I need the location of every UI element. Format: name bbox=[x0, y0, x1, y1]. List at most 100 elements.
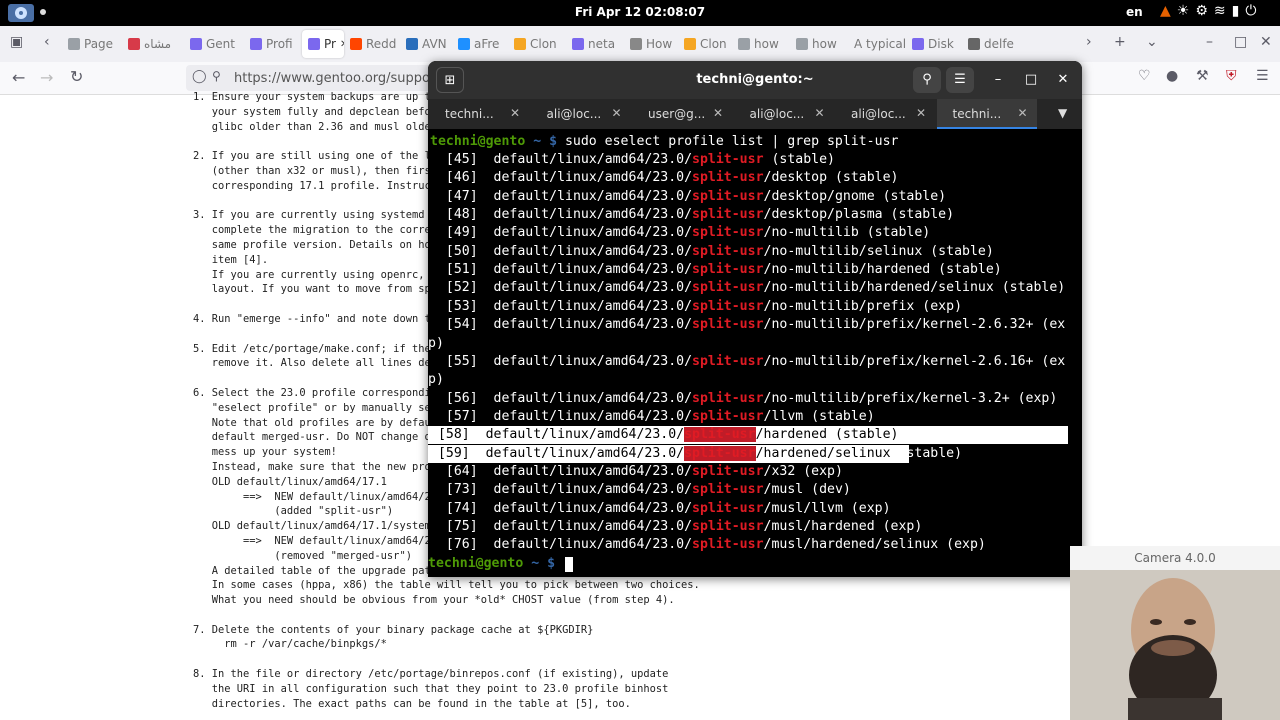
grep-match: split-usr bbox=[692, 152, 764, 167]
browser-tab-label: How bbox=[646, 37, 673, 51]
maximize-icon[interactable]: □ bbox=[1234, 34, 1247, 50]
profile-row: [75] default/linux/amd64/23.0/split-usr/… bbox=[430, 518, 922, 536]
ublock-icon[interactable]: ⛨ bbox=[1226, 68, 1237, 84]
prompt-user: techni@gento bbox=[428, 555, 524, 571]
close-tab-icon[interactable]: ✕ bbox=[1018, 106, 1028, 120]
terminal-tab[interactable]: user@g... ✕ bbox=[632, 99, 732, 129]
menu-icon[interactable]: ☰ bbox=[1256, 68, 1269, 84]
browser-tab[interactable]: Pr✕ bbox=[302, 30, 344, 58]
browser-tab[interactable]: aFre bbox=[452, 30, 508, 58]
terminal-tab[interactable]: ali@loc... ✕ bbox=[835, 99, 935, 129]
close-tab-icon[interactable]: ✕ bbox=[916, 106, 926, 120]
browser-tab[interactable]: Profi bbox=[244, 30, 302, 58]
search-icon: ⚲ bbox=[922, 72, 932, 87]
scroll-tabs-right-icon[interactable]: › bbox=[1086, 34, 1092, 50]
grep-match: split-usr bbox=[692, 188, 764, 204]
profile-row: [51] default/linux/amd64/23.0/split-usr/… bbox=[430, 261, 1002, 279]
url-text[interactable]: https://www.gentoo.org/support/ne bbox=[234, 71, 461, 86]
top-bar: Fri Apr 12 02:08:07 en ▲ ☀ ⚙ ≋ ▮ ⏻ bbox=[0, 0, 1280, 26]
profile-number: [49] bbox=[445, 225, 478, 241]
close-tab-icon[interactable]: ✕ bbox=[815, 106, 825, 120]
browser-tab-label: Gent bbox=[206, 37, 235, 51]
clock[interactable]: Fri Apr 12 02:08:07 bbox=[0, 5, 1280, 19]
wrapped-text: p) bbox=[428, 335, 444, 351]
brightness-icon: ☀ bbox=[1176, 3, 1190, 19]
list-all-tabs-icon[interactable]: ⌄ bbox=[1146, 34, 1158, 50]
shield-icon[interactable]: ◯ bbox=[192, 69, 207, 84]
profile-stability: (stable) bbox=[890, 445, 963, 461]
close-tab-icon[interactable]: ✕ bbox=[713, 106, 723, 120]
browser-tab[interactable]: How bbox=[624, 30, 678, 58]
profile-number: [73] bbox=[445, 482, 478, 498]
browser-tab[interactable]: Redd bbox=[344, 30, 400, 58]
terminal-tab[interactable]: techni... ✕ bbox=[936, 99, 1037, 129]
profile-number: [51] bbox=[445, 262, 478, 278]
profile-number: [56] bbox=[445, 390, 478, 406]
tab-favicon-icon bbox=[738, 38, 750, 50]
profile-suffix: /musl/hardened/selinux (exp) bbox=[763, 537, 986, 553]
browser-tab[interactable]: مشاه bbox=[122, 30, 184, 58]
volume-icon: ▮ bbox=[1231, 3, 1240, 19]
settings-icon: ⚙ bbox=[1195, 3, 1208, 19]
tab-favicon-icon bbox=[458, 38, 470, 50]
close-button[interactable]: ✕ bbox=[1049, 67, 1077, 93]
minimize-button[interactable]: – bbox=[984, 67, 1012, 93]
maximize-button[interactable]: □ bbox=[1017, 67, 1045, 93]
tab-favicon-icon bbox=[968, 38, 980, 50]
new-tab-icon[interactable]: + bbox=[1114, 34, 1126, 50]
profile-suffix: /desktop/plasma (stable) bbox=[763, 207, 955, 223]
profile-number: [52] bbox=[445, 280, 478, 296]
browser-tab[interactable]: delfe bbox=[962, 30, 1014, 58]
profile-base-path: default/linux/amd64/23.0/ bbox=[493, 298, 693, 314]
terminal-tab-label: techni... bbox=[445, 107, 494, 121]
grep-match: split-usr bbox=[692, 463, 764, 479]
reload-icon[interactable]: ↻ bbox=[70, 67, 83, 86]
browser-tab[interactable]: Page bbox=[62, 30, 122, 58]
back-icon[interactable]: ← bbox=[12, 68, 25, 87]
close-tab-icon[interactable]: ✕ bbox=[510, 106, 520, 120]
tab-favicon-icon bbox=[572, 38, 584, 50]
tab-favicon-icon bbox=[128, 38, 140, 50]
browser-tab-strip: ▣ ‹ PageمشاهGentProfiPr✕ReddAVNaFreClonn… bbox=[0, 26, 1280, 62]
pocket-icon[interactable]: ♡ bbox=[1138, 68, 1151, 84]
wifi-icon: ≋ bbox=[1213, 3, 1226, 19]
minimize-icon[interactable]: – bbox=[1206, 34, 1213, 50]
browser-tab[interactable]: how bbox=[732, 30, 790, 58]
browser-tab[interactable]: Clon bbox=[678, 30, 732, 58]
search-button[interactable]: ⚲ bbox=[913, 67, 941, 93]
terminal-output[interactable]: techni@gento ~ $ sudo eselect profile li… bbox=[428, 129, 1082, 577]
browser-tab-label: Clon bbox=[530, 37, 557, 51]
browser-tab-label: how bbox=[754, 37, 779, 51]
close-icon: ✕ bbox=[1057, 72, 1069, 87]
browser-tab[interactable]: Disk bbox=[906, 30, 962, 58]
profile-base-path: default/linux/amd64/23.0/ bbox=[493, 537, 693, 553]
scroll-tabs-left-icon[interactable]: ‹ bbox=[44, 34, 50, 50]
tab-dropdown-icon[interactable]: ▼ bbox=[1058, 106, 1067, 120]
forward-icon[interactable]: → bbox=[40, 68, 53, 87]
keyboard-layout[interactable]: en bbox=[1126, 5, 1143, 19]
terminal-tab[interactable]: techni... ✕ bbox=[429, 99, 529, 129]
terminal-tab-label: ali@loc... bbox=[546, 107, 602, 121]
browser-tab[interactable]: AVN bbox=[400, 30, 452, 58]
close-icon[interactable]: ✕ bbox=[1260, 34, 1272, 50]
browser-tab[interactable]: Gent bbox=[184, 30, 244, 58]
terminal-tab[interactable]: ali@loc... ✕ bbox=[734, 99, 834, 129]
browser-tab[interactable]: how bbox=[790, 30, 848, 58]
terminal-tab[interactable]: ali@loc... ✕ bbox=[531, 99, 631, 129]
extensions-icon[interactable]: ⚒ bbox=[1196, 68, 1209, 84]
browser-tab[interactable]: Clon bbox=[508, 30, 566, 58]
extension-icon[interactable]: ▲ bbox=[1160, 3, 1171, 19]
browser-tab[interactable]: A typical bbox=[848, 30, 906, 58]
browser-tab[interactable]: neta bbox=[566, 30, 624, 58]
menu-button[interactable]: ☰ bbox=[946, 67, 974, 93]
account-icon[interactable]: ● bbox=[1166, 68, 1178, 84]
system-tray[interactable]: ▲ ☀ ⚙ ≋ ▮ ⏻ bbox=[1160, 3, 1256, 19]
lock-icon[interactable]: ⚲ bbox=[212, 69, 221, 83]
close-tab-icon[interactable]: ✕ bbox=[612, 106, 622, 120]
grep-match: split-usr bbox=[692, 262, 764, 278]
profile-number: [53] bbox=[445, 298, 478, 314]
url-bar[interactable]: ◯ ⚲ https://www.gentoo.org/support/ne bbox=[186, 65, 461, 91]
profile-base-path: default/linux/amd64/23.0/ bbox=[493, 408, 693, 424]
tab-favicon-icon bbox=[514, 38, 526, 50]
tab-overview-icon[interactable]: ▣ bbox=[10, 34, 23, 50]
